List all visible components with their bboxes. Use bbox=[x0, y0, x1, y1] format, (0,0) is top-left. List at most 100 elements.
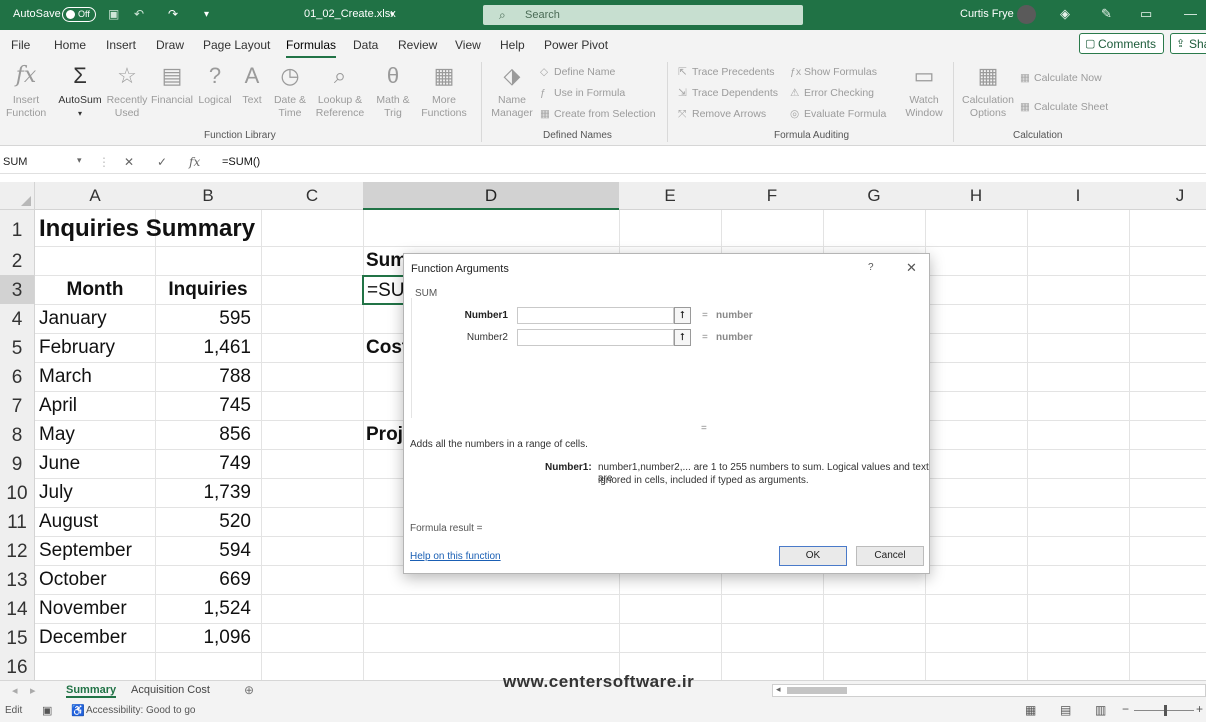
zoom-in-icon[interactable]: + bbox=[1196, 702, 1203, 716]
close-icon[interactable]: ✕ bbox=[906, 260, 917, 276]
page-break-view-icon[interactable]: ▥ bbox=[1095, 703, 1106, 717]
evaluate-formula-button[interactable]: ◎ Evaluate Formula bbox=[790, 108, 886, 120]
calculation-options-button[interactable]: ▦ Calculation Options bbox=[959, 62, 1017, 120]
cancel-icon[interactable]: ✕ bbox=[124, 155, 134, 169]
accessibility-status[interactable]: Accessibility: Good to go bbox=[86, 705, 196, 716]
chevron-down-icon[interactable]: ▾ bbox=[77, 155, 82, 166]
month-cell[interactable]: June bbox=[39, 453, 80, 475]
inquiries-cell[interactable]: 1,096 bbox=[155, 627, 251, 649]
header-month-cell[interactable]: Month bbox=[35, 279, 155, 301]
inquiries-cell[interactable]: 788 bbox=[155, 366, 251, 388]
month-cell[interactable]: April bbox=[39, 395, 77, 417]
create-from-selection-button[interactable]: ▦ Create from Selection bbox=[540, 108, 656, 120]
row-header[interactable]: 4 bbox=[0, 304, 35, 333]
month-cell[interactable]: January bbox=[39, 308, 107, 330]
financial-button[interactable]: ▤ Financial bbox=[150, 62, 194, 107]
tab-review[interactable]: Review bbox=[398, 38, 437, 52]
row-header[interactable]: 6 bbox=[0, 362, 35, 391]
lookup-reference-button[interactable]: ⌕ Lookup & Reference bbox=[312, 62, 368, 120]
pen-icon[interactable]: ✎ bbox=[1101, 6, 1112, 22]
row-header[interactable]: 7 bbox=[0, 391, 35, 420]
collapse-dialog-icon[interactable]: ⭡ bbox=[674, 329, 691, 346]
share-button[interactable]: ⇪ Sha bbox=[1170, 33, 1206, 54]
diamond-icon[interactable]: ◈ bbox=[1060, 6, 1070, 22]
scroll-left-icon[interactable]: ◂ bbox=[776, 684, 781, 695]
trace-dependents-button[interactable]: ⇲ Trace Dependents bbox=[678, 87, 778, 99]
column-header[interactable]: I bbox=[1027, 182, 1129, 210]
tab-power-pivot[interactable]: Power Pivot bbox=[544, 38, 608, 52]
month-cell[interactable]: August bbox=[39, 511, 98, 533]
row-header[interactable]: 10 bbox=[0, 478, 35, 507]
watch-window-button[interactable]: ▭ Watch Window bbox=[900, 62, 948, 120]
number2-input[interactable] bbox=[517, 329, 674, 346]
column-header[interactable]: G bbox=[823, 182, 925, 210]
help-on-function-link[interactable]: Help on this function bbox=[410, 551, 501, 562]
row-header[interactable]: 1 bbox=[0, 210, 35, 246]
user-name[interactable]: Curtis Frye bbox=[960, 8, 1014, 20]
zoom-out-icon[interactable]: − bbox=[1122, 702, 1129, 716]
tab-formulas[interactable]: Formulas bbox=[286, 38, 337, 59]
ribbon-display-icon[interactable]: ▭ bbox=[1140, 6, 1152, 22]
error-checking-button[interactable]: ⚠ Error Checking bbox=[790, 87, 874, 99]
scrollbar-thumb[interactable] bbox=[787, 687, 847, 694]
formula-input[interactable]: =SUM() bbox=[222, 156, 260, 168]
trace-precedents-button[interactable]: ⇱ Trace Precedents bbox=[678, 66, 774, 78]
month-cell[interactable]: October bbox=[39, 569, 107, 591]
row-header[interactable]: 5 bbox=[0, 333, 35, 362]
search-box[interactable]: ⌕ Search bbox=[483, 5, 803, 25]
add-sheet-icon[interactable]: ⊕ bbox=[244, 683, 254, 697]
row-header[interactable]: 12 bbox=[0, 536, 35, 565]
scroll-left-icon[interactable]: ◂ bbox=[12, 684, 18, 697]
select-all-corner[interactable] bbox=[0, 182, 35, 210]
row-header[interactable]: 9 bbox=[0, 449, 35, 478]
more-functions-button[interactable]: ▦ More Functions bbox=[416, 62, 472, 120]
save-icon[interactable]: ▣ bbox=[108, 7, 119, 21]
row-header[interactable]: 14 bbox=[0, 594, 35, 623]
label-proj-cell[interactable]: Proj bbox=[366, 424, 403, 446]
tab-home[interactable]: Home bbox=[54, 38, 86, 52]
use-in-formula-button[interactable]: ƒ Use in Formula bbox=[540, 87, 625, 99]
autosum-button[interactable]: Σ AutoSum ▾ bbox=[56, 62, 104, 120]
column-header[interactable]: E bbox=[619, 182, 721, 210]
inquiries-cell[interactable]: 595 bbox=[155, 308, 251, 330]
tab-file[interactable]: File bbox=[11, 38, 30, 52]
row-header[interactable]: 13 bbox=[0, 565, 35, 594]
row-header-selected[interactable]: 3 bbox=[0, 275, 35, 304]
show-formulas-button[interactable]: ƒx Show Formulas bbox=[790, 66, 877, 78]
zoom-slider-thumb[interactable] bbox=[1164, 705, 1167, 716]
macro-record-icon[interactable]: ▣ bbox=[42, 704, 52, 717]
column-header[interactable]: H bbox=[925, 182, 1027, 210]
column-header[interactable]: J bbox=[1129, 182, 1206, 210]
row-header[interactable]: 11 bbox=[0, 507, 35, 536]
file-name[interactable]: 01_02_Create.xlsx bbox=[304, 8, 396, 20]
row-header[interactable]: 15 bbox=[0, 623, 35, 652]
recently-used-button[interactable]: ☆ Recently Used bbox=[106, 62, 148, 120]
chevron-down-icon[interactable]: ▾ bbox=[390, 9, 395, 20]
month-cell[interactable]: December bbox=[39, 627, 127, 649]
name-box[interactable]: SUM bbox=[3, 156, 27, 168]
inquiries-cell[interactable]: 1,524 bbox=[155, 598, 251, 620]
row-header[interactable]: 16 bbox=[0, 652, 35, 680]
tab-view[interactable]: View bbox=[455, 38, 481, 52]
tab-draw[interactable]: Draw bbox=[156, 38, 184, 52]
fx-icon[interactable]: fx bbox=[189, 155, 200, 169]
label-cost-cell[interactable]: Cost bbox=[366, 337, 408, 359]
horizontal-scrollbar[interactable]: ◂ bbox=[772, 684, 1206, 697]
inquiries-cell[interactable]: 594 bbox=[155, 540, 251, 562]
cancel-button[interactable]: Cancel bbox=[856, 546, 924, 566]
inquiries-cell[interactable]: 749 bbox=[155, 453, 251, 475]
tab-insert[interactable]: Insert bbox=[106, 38, 136, 52]
row-header[interactable]: 8 bbox=[0, 420, 35, 449]
tab-help[interactable]: Help bbox=[500, 38, 525, 52]
redo-icon[interactable]: ↷ bbox=[168, 7, 178, 21]
inquiries-cell[interactable]: 1,739 bbox=[155, 482, 251, 504]
month-cell[interactable]: March bbox=[39, 366, 92, 388]
undo-icon[interactable]: ↶ bbox=[134, 7, 144, 21]
enter-icon[interactable]: ✓ bbox=[157, 155, 167, 169]
month-cell[interactable]: July bbox=[39, 482, 73, 504]
inquiries-cell[interactable]: 856 bbox=[155, 424, 251, 446]
row-header[interactable]: 2 bbox=[0, 246, 35, 275]
scroll-right-icon[interactable]: ▸ bbox=[30, 684, 36, 697]
customize-qat-icon[interactable]: ▾ bbox=[204, 9, 209, 20]
name-manager-button[interactable]: ⬗ Name Manager bbox=[487, 62, 537, 120]
